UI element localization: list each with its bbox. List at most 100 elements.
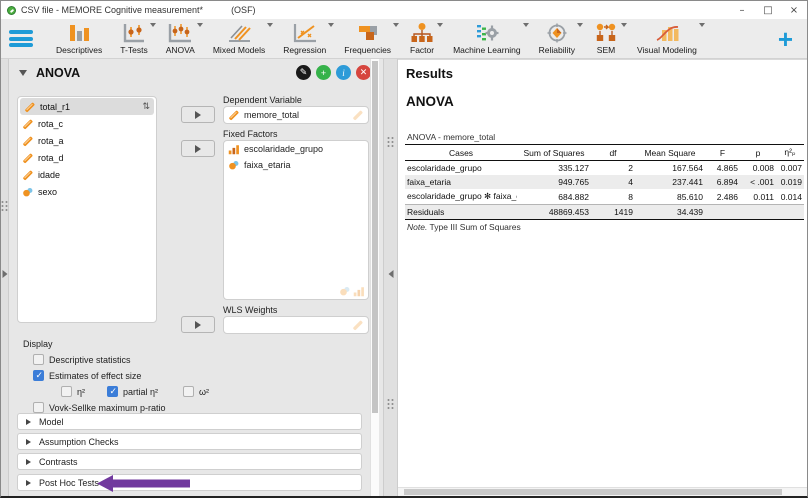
table-row: escolaridade_grupo335.1272167.5644.8650.… (405, 161, 804, 176)
duplicate-analysis-button[interactable]: + (316, 65, 331, 80)
checkbox-partial-[interactable]: partial η² (107, 386, 183, 397)
chevron-down-icon[interactable] (197, 23, 203, 27)
checkbox-vovk-sellke-maximum-p-ratio[interactable]: Vovk-Sellke maximum p-ratio (33, 402, 209, 413)
table-body: escolaridade_grupo335.1272167.5644.8650.… (405, 161, 804, 220)
chevron-down-icon[interactable] (267, 23, 273, 27)
section-contrasts[interactable]: Contrasts (17, 453, 362, 470)
module-button-frequencies[interactable]: Frequencies (335, 19, 400, 58)
expand-section-icon[interactable] (26, 480, 31, 486)
variable-item-idade[interactable]: idade (18, 166, 156, 183)
options-scrollbar[interactable] (370, 59, 379, 496)
checkbox-estimates-of-effect-size[interactable]: Estimates of effect size (33, 370, 209, 381)
collapse-analysis-icon[interactable] (19, 70, 27, 76)
cell-value: 0.008 (740, 161, 776, 176)
variable-item-rota_d[interactable]: rota_d (18, 149, 156, 166)
module-button-regression[interactable]: Regression (274, 19, 335, 58)
checkbox--[interactable]: ω² (183, 386, 209, 397)
checkbox-box[interactable] (107, 386, 118, 397)
expand-data-panel-icon[interactable] (2, 270, 7, 278)
module-button-t-tests[interactable]: T-Tests (111, 19, 156, 58)
anova-table[interactable]: ANOVA - memore_total CasesSum of Squares… (405, 132, 804, 232)
sem-icon (593, 22, 619, 44)
module-button-factor[interactable]: Factor (400, 19, 444, 58)
results-splitter[interactable] (383, 59, 398, 496)
checkbox-box[interactable] (61, 386, 72, 397)
variable-item-rota_c[interactable]: rota_c (18, 115, 156, 132)
variable-item-total_r1[interactable]: total_r1⇅ (20, 98, 154, 115)
variable-item-sexo[interactable]: sexo (18, 183, 156, 200)
table-header-row: CasesSum of SquaresdfMean SquareFpη²ₚ (405, 145, 804, 161)
assign-wls-button[interactable] (181, 316, 215, 333)
results-horizontal-scrollbar[interactable] (398, 487, 807, 496)
splitter-drag-handle[interactable] (1, 201, 8, 211)
cell-value: 237.441 (635, 175, 705, 189)
module-label: Mixed Models (213, 45, 265, 55)
chevron-down-icon[interactable] (523, 23, 529, 27)
module-button-descriptives[interactable]: Descriptives (47, 19, 111, 58)
nominal-type-icon (228, 159, 240, 171)
window-title: CSV file - MEMORE Cognitive measurement* (21, 5, 203, 15)
info-button[interactable]: i (336, 65, 351, 80)
chevron-down-icon[interactable] (437, 23, 443, 27)
chevron-down-icon[interactable] (150, 23, 156, 27)
module-button-visual-modeling[interactable]: Visual Modeling (628, 19, 706, 58)
scale-type-icon (22, 169, 34, 181)
splitter-drag-handle[interactable] (387, 399, 394, 409)
chevron-down-icon[interactable] (393, 23, 399, 27)
cell-value: 0.019 (776, 175, 804, 189)
checkbox-label: partial η² (123, 387, 158, 397)
module-button-sem[interactable]: SEM (584, 19, 628, 58)
cell-value: 167.564 (635, 161, 705, 176)
section-label: Model (39, 417, 64, 427)
close-button[interactable]: × (781, 1, 807, 19)
chevron-down-icon[interactable] (621, 23, 627, 27)
results-scrollbar-thumb[interactable] (404, 489, 782, 495)
sort-icon[interactable]: ⇅ (142, 101, 150, 112)
wls-weights-label: WLS Weights (223, 305, 277, 315)
assigned-variable-faixa_etaria[interactable]: faixa_etaria (224, 157, 368, 173)
module-button-machine-learning[interactable]: Machine Learning (444, 19, 530, 58)
maximize-button[interactable]: □ (755, 1, 781, 19)
module-button-mixed-models[interactable]: Mixed Models (204, 19, 274, 58)
module-button-reliability[interactable]: Reliability (530, 19, 584, 58)
checkbox--[interactable]: η² (61, 386, 107, 397)
ordinal-type-icon (353, 285, 365, 297)
fixed-factors-field[interactable]: escolaridade_grupofaixa_etaria (223, 140, 369, 300)
remove-analysis-button[interactable]: ✕ (356, 65, 371, 80)
expand-section-icon[interactable] (26, 419, 31, 425)
available-variables-list[interactable]: total_r1⇅rota_crota_arota_didadesexo (17, 96, 157, 323)
chevron-down-icon[interactable] (328, 23, 334, 27)
assigned-variable-escolaridade_grupo[interactable]: escolaridade_grupo (224, 141, 368, 157)
splitter-drag-handle[interactable] (387, 137, 394, 147)
edit-title-button[interactable]: ✎ (296, 65, 311, 80)
checkbox-box[interactable] (183, 386, 194, 397)
module-toolbar: DescriptivesT-Tests ANOVA Mixed Models Regr… (1, 19, 807, 59)
section-assumption-checks[interactable]: Assumption Checks (17, 433, 362, 450)
checkbox-box[interactable] (33, 370, 44, 381)
module-button-anova[interactable]: ANOVA (157, 19, 204, 58)
minimize-button[interactable]: – (729, 1, 755, 19)
checkbox-descriptive-statistics[interactable]: Descriptive statistics (33, 354, 209, 365)
hamburger-menu-icon[interactable] (9, 30, 33, 47)
mixed-models-icon (226, 22, 252, 44)
wls-weights-field[interactable] (223, 316, 369, 334)
cell-value (705, 205, 740, 220)
expand-section-icon[interactable] (26, 439, 31, 445)
section-model[interactable]: Model (17, 413, 362, 430)
data-panel-splitter[interactable] (1, 59, 9, 496)
chevron-down-icon[interactable] (699, 23, 705, 27)
scale-type-icon (228, 109, 240, 121)
collapse-options-icon[interactable] (388, 270, 393, 278)
variable-item-rota_a[interactable]: rota_a (18, 132, 156, 149)
chevron-down-icon[interactable] (577, 23, 583, 27)
assign-fixed-factors-button[interactable] (181, 140, 215, 157)
assign-dependent-button[interactable] (181, 106, 215, 123)
module-label: ANOVA (166, 45, 195, 55)
options-scrollbar-thumb[interactable] (372, 61, 378, 413)
checkbox-box[interactable] (33, 354, 44, 365)
add-module-button[interactable]: + (778, 29, 793, 49)
dependent-variable-field[interactable]: memore_total (223, 106, 369, 124)
assigned-variable-memore_total[interactable]: memore_total (224, 107, 368, 123)
checkbox-box[interactable] (33, 402, 44, 413)
expand-section-icon[interactable] (26, 459, 31, 465)
